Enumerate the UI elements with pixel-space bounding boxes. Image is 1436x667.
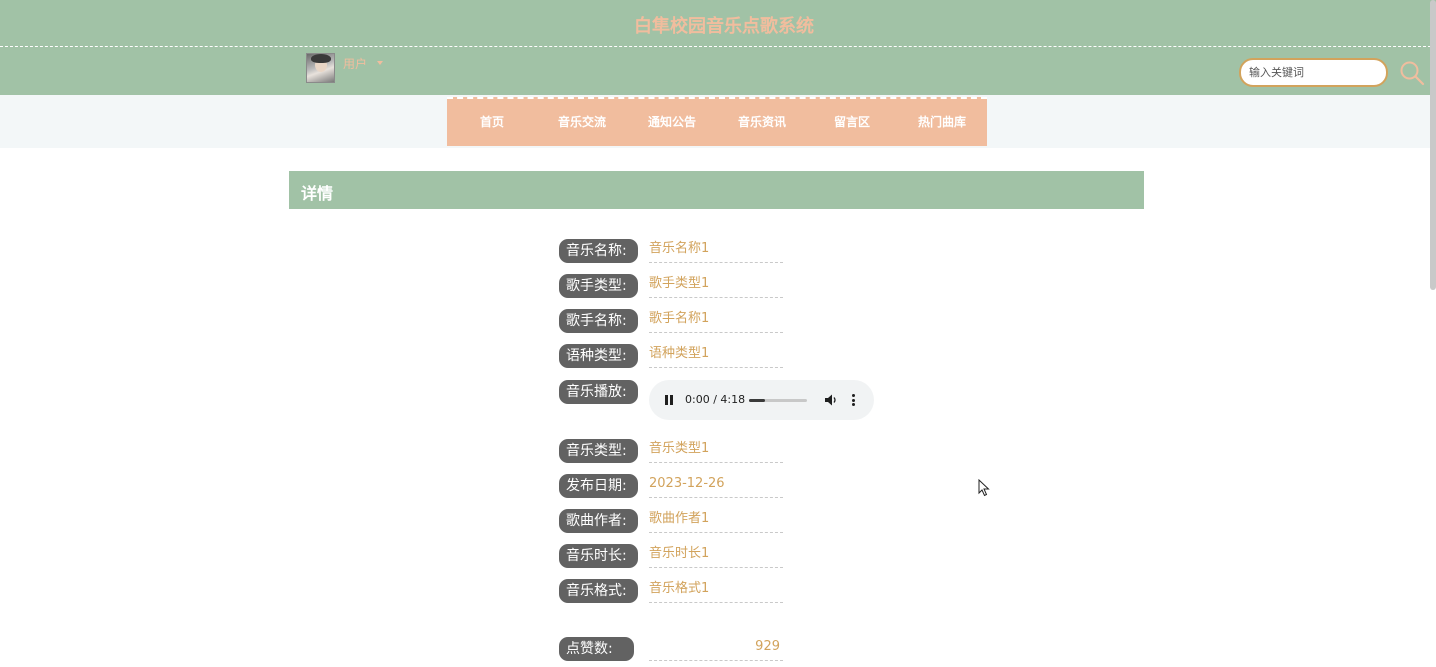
- nav-item-home[interactable]: 首页: [447, 99, 537, 146]
- field-label: 点赞数:: [559, 637, 634, 661]
- field-music-duration: 音乐时长: 音乐时长1: [559, 544, 959, 574]
- audio-player[interactable]: 0:00 / 4:18: [649, 380, 874, 420]
- nav-item-announcements[interactable]: 通知公告: [627, 99, 717, 146]
- field-label: 歌手名称:: [559, 309, 638, 333]
- avatar[interactable]: [306, 53, 335, 83]
- detail-header: 详情: [289, 171, 1144, 209]
- field-song-author: 歌曲作者: 歌曲作者1: [559, 509, 959, 539]
- field-label: 音乐类型:: [559, 439, 638, 463]
- main-nav: 首页 音乐交流 通知公告 音乐资讯 留言区 热门曲库: [447, 97, 987, 146]
- field-label: 歌曲作者:: [559, 509, 638, 533]
- field-label: 音乐时长:: [559, 544, 638, 568]
- audio-time: 0:00 / 4:18: [685, 393, 746, 406]
- field-value: 音乐时长1: [649, 544, 783, 568]
- nav-item-music-news[interactable]: 音乐资讯: [717, 99, 807, 146]
- field-singer-name: 歌手名称: 歌手名称1: [559, 309, 959, 339]
- field-label: 歌手类型:: [559, 274, 638, 298]
- audio-progress-slider[interactable]: [749, 399, 807, 402]
- field-music-name: 音乐名称: 音乐名称1: [559, 239, 959, 269]
- field-music-play: 音乐播放: 0:00 / 4:18: [559, 380, 959, 425]
- field-label: 语种类型:: [559, 344, 638, 368]
- likes-count: 929: [649, 637, 783, 661]
- field-publish-date: 发布日期: 2023-12-26: [559, 474, 959, 504]
- header: 白隼校园音乐点歌系统 用户: [0, 0, 1436, 95]
- user-menu[interactable]: 用户: [306, 53, 384, 83]
- nav-item-hot-songs[interactable]: 热门曲库: [897, 99, 987, 146]
- field-music-type: 音乐类型: 音乐类型1: [559, 439, 959, 469]
- field-label: 音乐名称:: [559, 239, 638, 263]
- field-language-type: 语种类型: 语种类型1: [559, 344, 959, 374]
- site-title: 白隼校园音乐点歌系统: [634, 16, 814, 37]
- search-input[interactable]: [1239, 58, 1388, 87]
- user-name[interactable]: 用户: [343, 55, 367, 72]
- field-value: 歌曲作者1: [649, 509, 783, 533]
- field-value: 2023-12-26: [649, 474, 783, 498]
- field-value: 歌手名称1: [649, 309, 783, 333]
- pause-icon[interactable]: [665, 395, 673, 405]
- field-value: 音乐名称1: [649, 239, 783, 263]
- field-singer-type: 歌手类型: 歌手类型1: [559, 274, 959, 304]
- field-value: 音乐格式1: [649, 579, 783, 603]
- field-value: 音乐类型1: [649, 439, 783, 463]
- field-value: 歌手类型1: [649, 274, 783, 298]
- nav-item-message-board[interactable]: 留言区: [807, 99, 897, 146]
- more-vertical-icon[interactable]: [852, 394, 855, 406]
- detail-title: 详情: [301, 184, 334, 203]
- volume-icon[interactable]: [824, 393, 838, 407]
- scrollbar[interactable]: [1430, 0, 1436, 290]
- chevron-down-icon[interactable]: [377, 61, 384, 65]
- field-label: 音乐格式:: [559, 579, 638, 603]
- nav-item-music-exchange[interactable]: 音乐交流: [537, 99, 627, 146]
- search-icon[interactable]: [1399, 60, 1425, 86]
- field-music-format: 音乐格式: 音乐格式1: [559, 579, 959, 609]
- field-value: 语种类型1: [649, 344, 783, 368]
- field-label: 发布日期:: [559, 474, 638, 498]
- field-likes: 点赞数: 929: [559, 637, 959, 667]
- mouse-cursor-icon: [978, 479, 990, 497]
- header-divider: [0, 46, 1436, 47]
- audio-progress-fill: [749, 399, 766, 402]
- field-label: 音乐播放:: [559, 380, 638, 404]
